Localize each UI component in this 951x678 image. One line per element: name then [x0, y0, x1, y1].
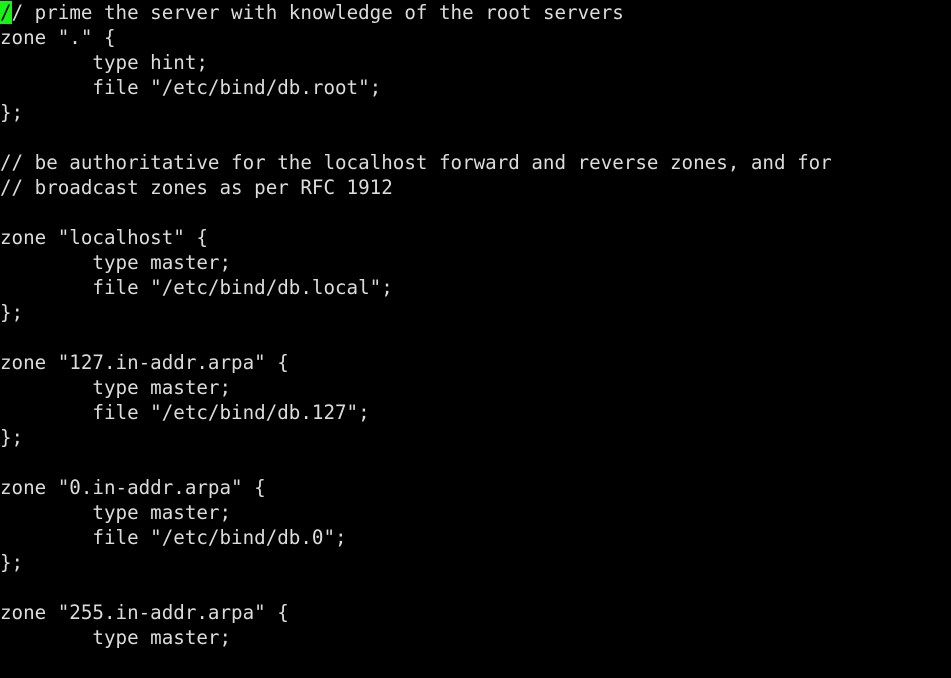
terminal-line: };: [0, 551, 24, 574]
terminal-window[interactable]: // prime the server with knowledge of th…: [0, 0, 951, 678]
terminal-line: type master;: [0, 626, 232, 649]
terminal-line: // broadcast zones as per RFC 1912: [0, 176, 393, 199]
terminal-line: zone "localhost" {: [0, 226, 208, 249]
terminal-line: type hint;: [0, 51, 208, 74]
terminal-line: type master;: [0, 376, 232, 399]
terminal-line: file "/etc/bind/db.127";: [0, 401, 370, 424]
terminal-line: zone "0.in-addr.arpa" {: [0, 476, 266, 499]
terminal-screen-buffer[interactable]: // prime the server with knowledge of th…: [0, 0, 951, 675]
terminal-line: file "/etc/bind/db.root";: [0, 76, 382, 99]
terminal-line: file "/etc/bind/db.0";: [0, 526, 347, 549]
terminal-line: };: [0, 101, 24, 124]
text-cursor: /: [0, 1, 12, 24]
terminal-line: type master;: [0, 501, 232, 524]
terminal-line: };: [0, 301, 24, 324]
terminal-line: zone "255.in-addr.arpa" {: [0, 601, 289, 624]
terminal-line: // prime the server with knowledge of th…: [0, 0, 951, 25]
terminal-line: zone "127.in-addr.arpa" {: [0, 351, 289, 374]
terminal-line: };: [0, 426, 24, 449]
terminal-line: // be authoritative for the localhost fo…: [0, 151, 832, 174]
terminal-line: file "/etc/bind/db.local";: [0, 276, 393, 299]
terminal-line-text: / prime the server with knowledge of the…: [11, 1, 624, 24]
terminal-line: type master;: [0, 251, 232, 274]
terminal-line: zone "." {: [0, 26, 116, 49]
